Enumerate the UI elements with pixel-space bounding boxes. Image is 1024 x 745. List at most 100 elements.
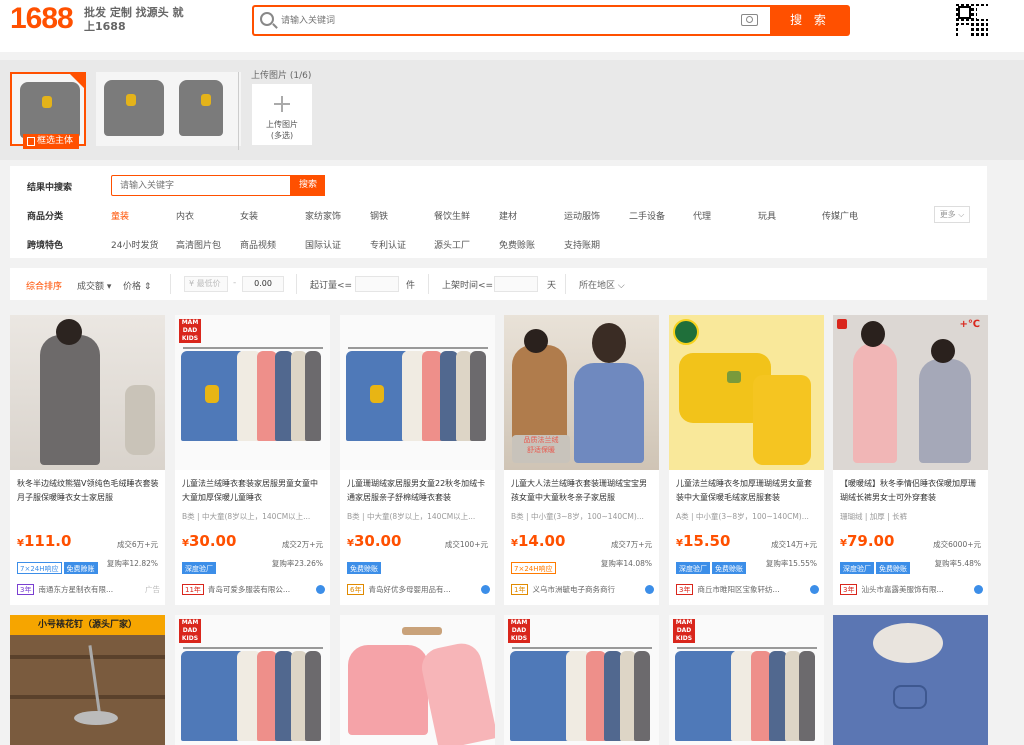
shop-footer: 6年 青岛好优多母婴用品有... xyxy=(347,584,490,596)
moq-label: 起订量<= xyxy=(310,281,353,291)
product-image[interactable] xyxy=(10,315,165,470)
badges: 深度验厂 xyxy=(182,556,218,574)
category-item[interactable]: 代理 xyxy=(693,209,711,222)
repurchase-rate: 复购率5.48% xyxy=(934,559,981,568)
shop-name[interactable]: 青岛好优多母婴用品有... xyxy=(368,584,458,595)
feature-item[interactable]: 高清图片包 xyxy=(176,238,221,251)
category-item[interactable]: 玩具 xyxy=(758,209,776,222)
info-icon[interactable] xyxy=(974,585,983,594)
uploaded-image-thumb-2[interactable] xyxy=(96,72,172,146)
product-card[interactable]: 儿童珊瑚绒家居服男女童22秋冬加绒卡通家居服亲子舒棉绒睡衣套装 B类 | 中大童… xyxy=(340,315,495,605)
divider xyxy=(170,274,171,294)
product-image[interactable]: +℃ xyxy=(833,315,988,470)
logo[interactable]: 1688 xyxy=(10,2,74,36)
product-title[interactable]: 儿童法兰绒睡衣套装家居服男童女童中大童加厚保暖儿童睡衣 xyxy=(182,477,325,505)
result-search-input[interactable] xyxy=(111,175,291,196)
sold-amount: 成交6万+元 xyxy=(116,540,158,549)
crop-icon xyxy=(27,137,35,146)
feature-item[interactable]: 源头工厂 xyxy=(434,238,470,251)
feature-item[interactable]: 专利认证 xyxy=(370,238,406,251)
service-badge: 免费赊账 xyxy=(347,562,381,574)
product-image[interactable]: 品质法兰绒 舒适保暖 xyxy=(504,315,659,470)
product-image[interactable] xyxy=(669,315,824,470)
product-card[interactable]: MAM DAD KIDS xyxy=(504,615,659,745)
category-item[interactable]: 餐饮生鲜 xyxy=(434,209,470,222)
product-price: ¥30.00 xyxy=(347,532,402,550)
product-price: ¥30.00 xyxy=(182,532,237,550)
years-badge: 1年 xyxy=(511,584,529,595)
upload-label: 上传图片 (多选) xyxy=(266,120,298,140)
product-card[interactable]: MAM DAD KIDS xyxy=(669,615,824,745)
product-title[interactable]: 儿童法兰绒睡衣冬加厚珊瑚绒男女童套装中大童保暖毛绒家居服套装 xyxy=(676,477,819,505)
product-card[interactable]: 秋冬半边绒纹熊猫V领纯色毛绒睡衣套装月子服保暖睡衣女士家居服 ¥111.0 成交… xyxy=(10,315,165,605)
product-image[interactable]: MAM DAD KIDS xyxy=(175,315,330,470)
moq-input[interactable] xyxy=(355,276,399,292)
product-title[interactable]: 秋冬半边绒纹熊猫V领纯色毛绒睡衣套装月子服保暖睡衣女士家居服 xyxy=(17,477,160,505)
brand-logo: MAM DAD KIDS xyxy=(179,319,201,343)
max-price-input[interactable]: 0.00 xyxy=(242,276,284,292)
feature-item[interactable]: 24小时发货 xyxy=(111,238,158,251)
plus-icon xyxy=(274,96,290,112)
info-icon[interactable] xyxy=(316,585,325,594)
product-card[interactable]: 小号裱花钉（源头厂家） xyxy=(10,615,165,745)
category-item[interactable]: 建材 xyxy=(499,209,517,222)
feature-item[interactable]: 支持账期 xyxy=(564,238,600,251)
search-input[interactable] xyxy=(281,12,701,30)
sort-default[interactable]: 综合排序 xyxy=(26,279,62,292)
badges: 7×24H响应 xyxy=(511,556,558,574)
product-card[interactable]: +℃ 【暖暖绒】秋冬季情侣睡衣保暖加厚珊瑚绒长裤男女士可外穿套装 珊瑚绒 | 加… xyxy=(833,315,988,605)
service-badge: 7×24H响应 xyxy=(511,562,556,574)
product-image[interactable]: MAM DAD KIDS xyxy=(504,615,659,745)
search-button[interactable]: 搜 索 xyxy=(770,5,850,36)
info-icon[interactable] xyxy=(481,585,490,594)
listing-time-input[interactable] xyxy=(494,276,538,292)
result-search-button[interactable]: 搜索 xyxy=(291,175,325,196)
feature-item[interactable]: 免费赊账 xyxy=(499,238,535,251)
product-image[interactable]: MAM DAD KIDS xyxy=(669,615,824,745)
product-title[interactable]: 儿童大人法兰绒睡衣套装珊瑚绒宝宝男孩女童中大童秋冬亲子家居服 xyxy=(511,477,654,505)
product-card[interactable] xyxy=(340,615,495,745)
product-card[interactable]: MAM DAD KIDS xyxy=(175,615,330,745)
min-price-input[interactable]: ¥ 最低价 xyxy=(184,276,228,292)
shop-name[interactable]: 南通东方星制衣有限... xyxy=(38,584,128,595)
upload-image-button[interactable]: 上传图片 (多选) xyxy=(252,84,312,145)
product-title[interactable]: 儿童珊瑚绒家居服男女童22秋冬加绒卡通家居服亲子舒棉绒睡衣套装 xyxy=(347,477,490,505)
shop-name[interactable]: 汕头市嘉露美服饰有限... xyxy=(861,584,951,595)
category-item[interactable]: 二手设备 xyxy=(629,209,665,222)
feature-item[interactable]: 商品视频 xyxy=(240,238,276,251)
product-image[interactable] xyxy=(340,615,495,745)
category-item[interactable]: 女装 xyxy=(240,209,258,222)
brand-logo: MAM DAD KIDS xyxy=(179,619,201,643)
category-item[interactable]: 运动服饰 xyxy=(564,209,600,222)
category-item[interactable]: 内衣 xyxy=(176,209,194,222)
product-card[interactable]: 品质法兰绒 舒适保暖 儿童大人法兰绒睡衣套装珊瑚绒宝宝男孩女童中大童秋冬亲子家居服… xyxy=(504,315,659,605)
product-card[interactable]: 儿童法兰绒睡衣冬加厚珊瑚绒男女童套装中大童保暖毛绒家居服套装 A类 | 中小童(… xyxy=(669,315,824,605)
product-card[interactable] xyxy=(833,615,988,745)
shop-name[interactable]: 义乌市洲毓电子商务商行 xyxy=(532,584,622,595)
sort-price[interactable]: 价格 ⇕ xyxy=(123,279,151,292)
category-item[interactable]: 传媒广电 xyxy=(822,209,858,222)
product-price: ¥111.0 xyxy=(17,532,72,550)
more-categories-button[interactable]: 更多 ⌵ xyxy=(934,206,970,223)
shop-name[interactable]: 青岛可爱多服装有限公... xyxy=(208,584,298,595)
sold-amount: 成交100+元 xyxy=(444,540,488,549)
category-item[interactable]: 钢铁 xyxy=(370,209,388,222)
category-item[interactable]: 家纺家饰 xyxy=(305,209,341,222)
category-item[interactable]: 童装 xyxy=(111,209,129,222)
feature-item[interactable]: 国际认证 xyxy=(305,238,341,251)
product-attrs: 珊瑚绒 | 加厚 | 长裤 xyxy=(840,512,908,521)
camera-icon[interactable] xyxy=(741,14,758,26)
info-icon[interactable] xyxy=(810,585,819,594)
image-upload-strip xyxy=(0,60,1024,160)
product-image[interactable]: MAM DAD KIDS xyxy=(175,615,330,745)
years-badge: 3年 xyxy=(17,584,35,595)
uploaded-image-thumb-3[interactable] xyxy=(165,72,241,146)
shop-name[interactable]: 商丘市睢阳区宝象轩纺... xyxy=(697,584,787,595)
search-icon xyxy=(260,12,274,26)
product-title[interactable]: 【暖暖绒】秋冬季情侣睡衣保暖加厚珊瑚绒长裤男女士可外穿套装 xyxy=(840,477,983,505)
product-card[interactable]: MAM DAD KIDS 儿童法兰绒睡衣套装家居服男童女童中大童加厚保暖儿童睡衣… xyxy=(175,315,330,605)
product-image[interactable] xyxy=(340,315,495,470)
sort-volume[interactable]: 成交额 ▾ xyxy=(77,279,111,292)
region-select[interactable]: 所在地区 ⌵ xyxy=(579,278,625,291)
info-icon[interactable] xyxy=(645,585,654,594)
